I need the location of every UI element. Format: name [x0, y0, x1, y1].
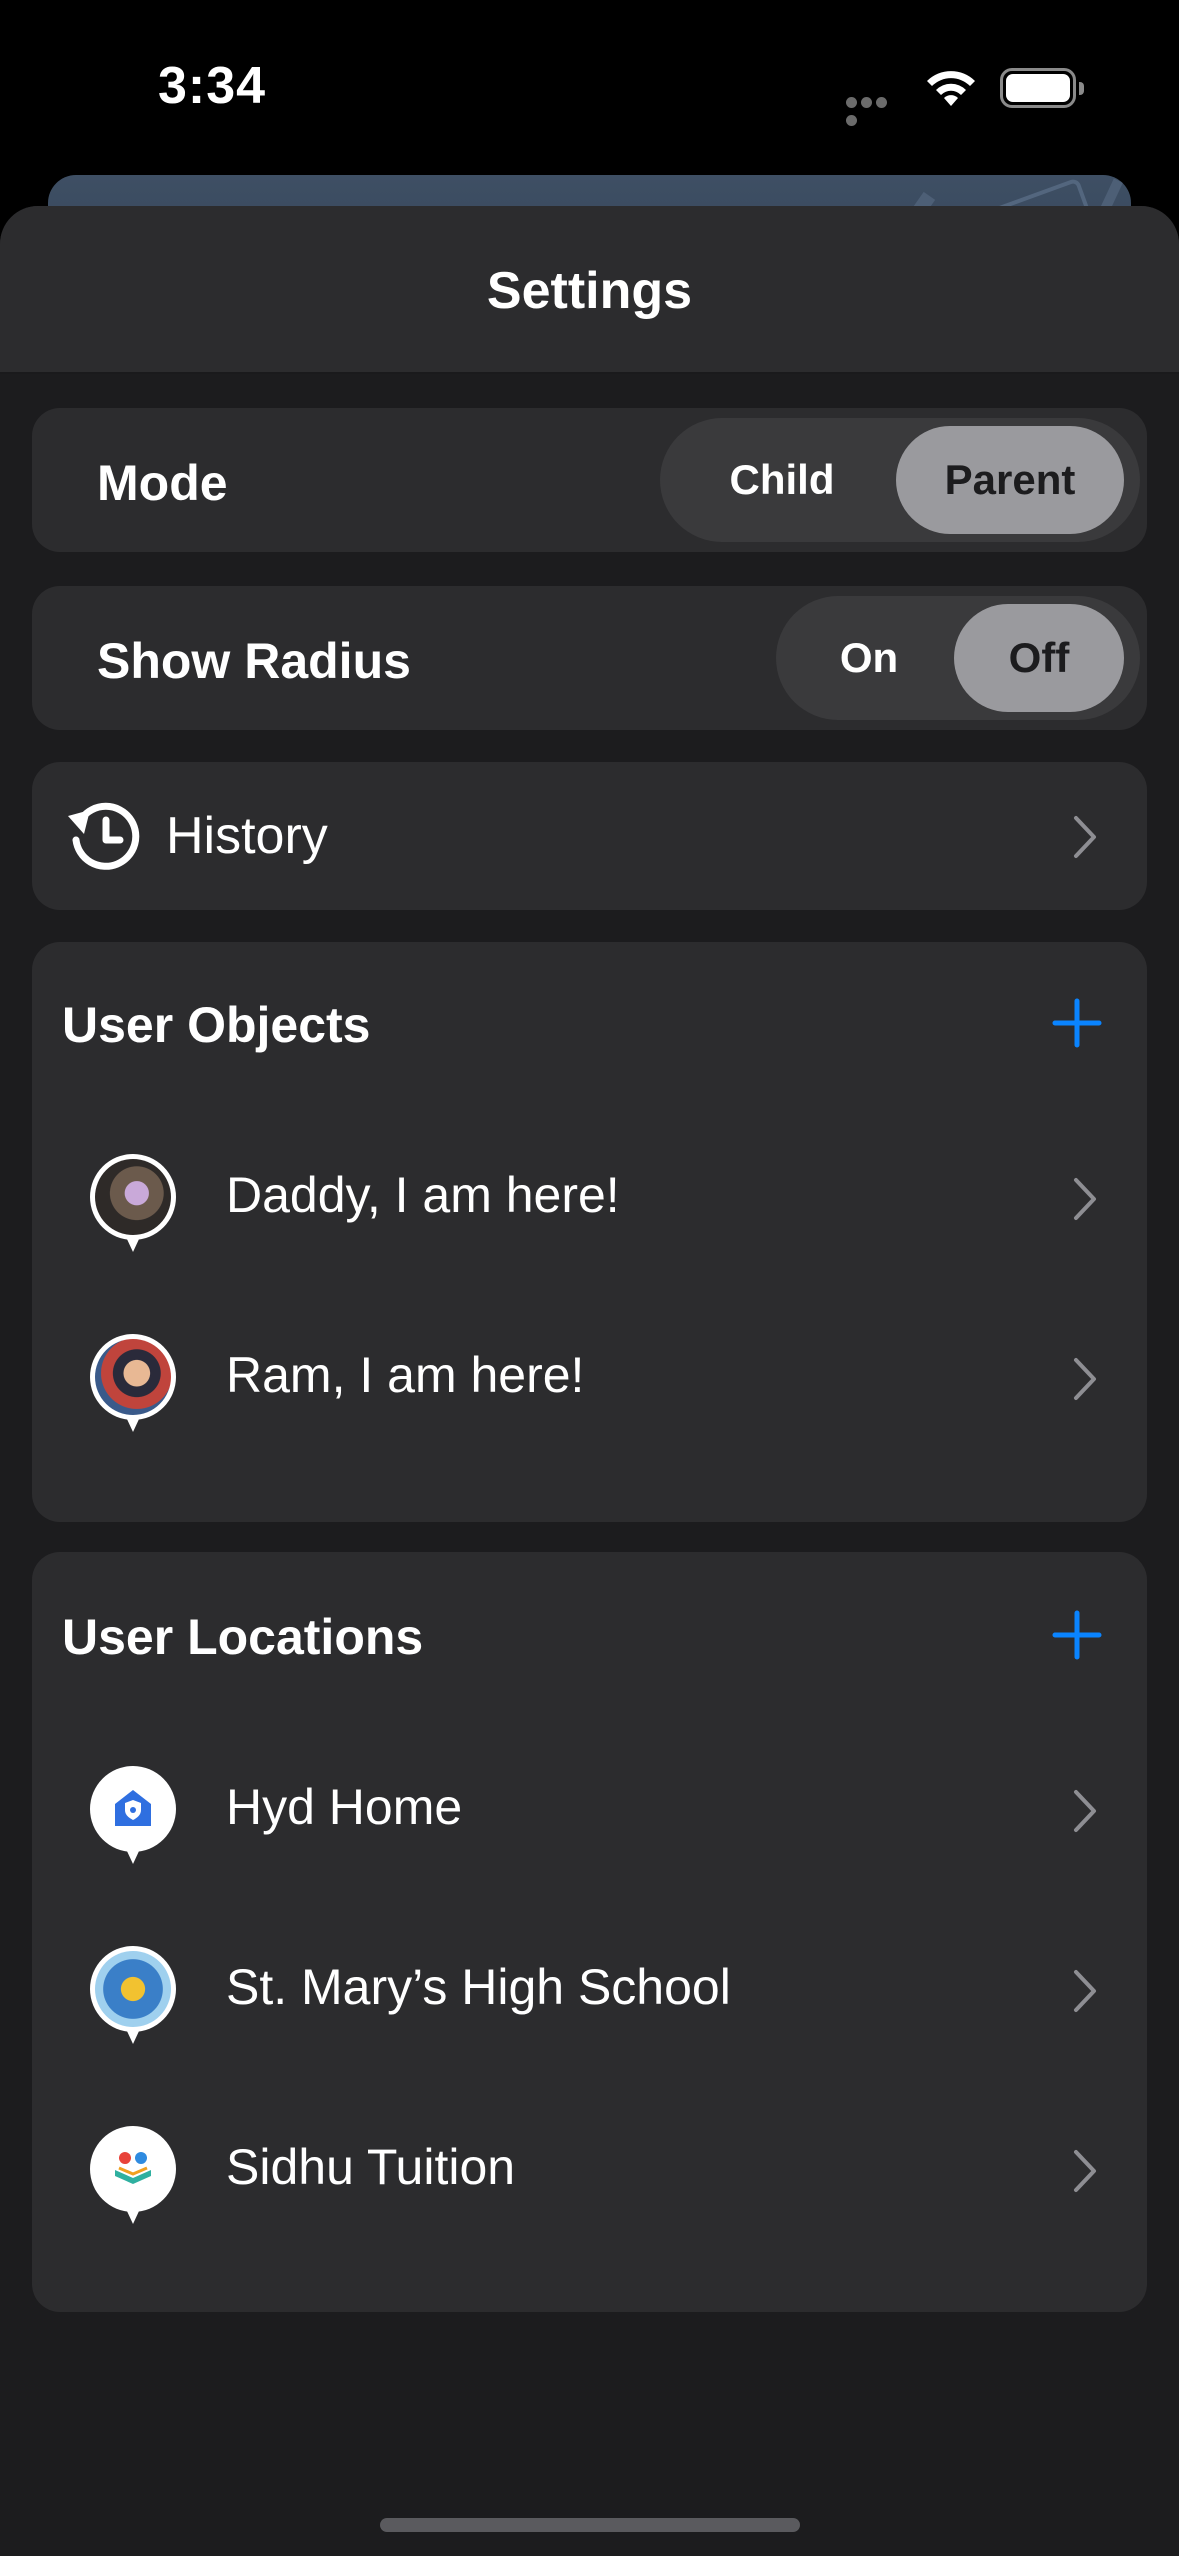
status-time: 3:34 [158, 57, 267, 115]
history-label: History [166, 807, 328, 865]
list-item-label: St. Mary’s High School [226, 1959, 731, 2015]
mode-option-child[interactable]: Child [668, 426, 896, 534]
chevron-right-icon [1074, 816, 1096, 858]
tuition-pin-icon [90, 2126, 176, 2230]
battery-icon [1000, 68, 1084, 108]
list-item-label: Daddy, I am here! [226, 1167, 620, 1223]
mode-row: Mode Child Parent [32, 408, 1147, 552]
list-item-label: Ram, I am here! [226, 1347, 585, 1403]
user-locations-title: User Locations [62, 1609, 424, 1665]
list-item[interactable]: St. Mary’s High School [32, 1946, 1147, 2096]
sheet-title: Settings [486, 262, 693, 320]
radius-option-on[interactable]: On [784, 604, 954, 712]
show-radius-segmented-control: On Off [776, 596, 1140, 720]
radius-option-off[interactable]: Off [954, 604, 1124, 712]
history-icon [68, 802, 140, 870]
user-objects-section: User Objects Daddy, I am here! Ram, I am… [32, 942, 1147, 1522]
list-item-label: Sidhu Tuition [226, 2139, 516, 2195]
avatar-pin-icon [90, 1334, 176, 1438]
chevron-right-icon [1074, 1178, 1096, 1220]
status-bar: 3:34 [0, 0, 1179, 170]
sheet-header: Settings [0, 206, 1179, 374]
show-radius-row: Show Radius On Off [32, 586, 1147, 730]
list-item[interactable]: Ram, I am here! [32, 1334, 1147, 1484]
add-user-object-button[interactable] [1052, 998, 1102, 1048]
school-pin-icon [90, 1946, 176, 2050]
chevron-right-icon [1074, 2150, 1096, 2192]
history-row[interactable]: History [32, 762, 1147, 910]
mode-segmented-control: Child Parent [660, 418, 1140, 542]
settings-sheet: Settings Mode Child Parent Show Radius O… [0, 206, 1179, 2556]
chevron-right-icon [1074, 1790, 1096, 1832]
list-item[interactable]: Hyd Home [32, 1766, 1147, 1916]
add-user-location-button[interactable] [1052, 1610, 1102, 1660]
avatar-pin-icon [90, 1154, 176, 1258]
chevron-right-icon [1074, 1358, 1096, 1400]
list-item[interactable]: Daddy, I am here! [32, 1154, 1147, 1304]
list-item[interactable]: Sidhu Tuition [32, 2126, 1147, 2276]
user-locations-section: User Locations Hyd Home St. Mary’s High … [32, 1552, 1147, 2312]
home-pin-icon [90, 1766, 176, 1870]
chevron-right-icon [1074, 1970, 1096, 2012]
list-item-label: Hyd Home [226, 1779, 463, 1835]
user-objects-title: User Objects [62, 997, 371, 1053]
mode-option-parent[interactable]: Parent [896, 426, 1124, 534]
wifi-icon [927, 71, 975, 106]
signal-dots-icon [846, 95, 904, 126]
mode-label: Mode [97, 455, 228, 511]
home-indicator[interactable] [380, 2518, 800, 2532]
show-radius-label: Show Radius [97, 633, 411, 689]
